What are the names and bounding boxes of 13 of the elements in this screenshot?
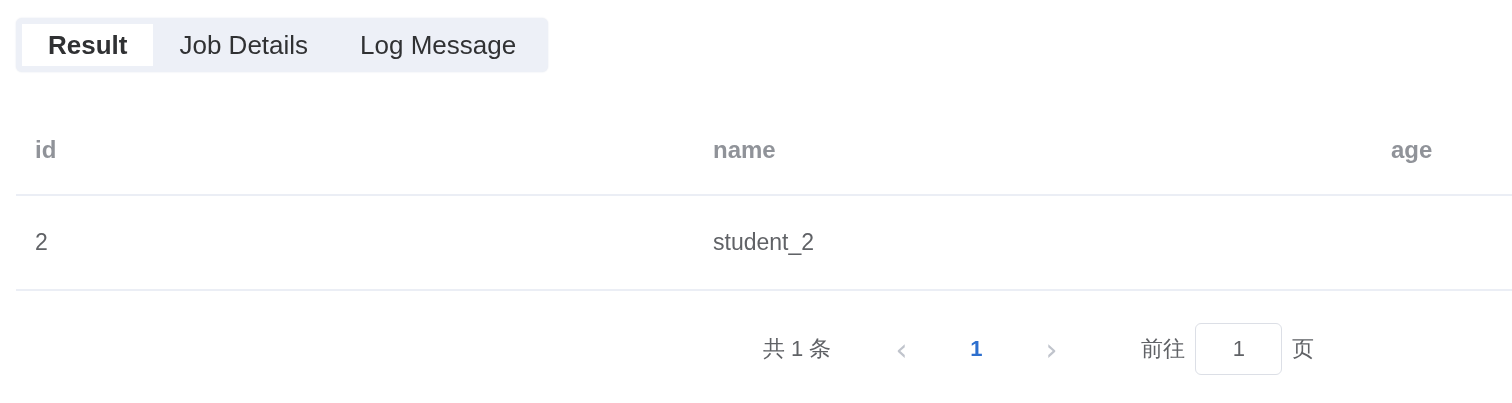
table-cell: 2 (35, 229, 48, 255)
column-header: name (713, 135, 776, 163)
page-unit-label: 页 (1292, 335, 1315, 363)
tab[interactable]: Job Details (153, 24, 335, 66)
page-button[interactable]: 1 (951, 335, 1002, 363)
page-input[interactable]: 1 (1195, 323, 1283, 375)
goto-label: 前往 (1141, 335, 1186, 363)
tab[interactable]: Result (22, 24, 154, 66)
tab[interactable]: Log Message (334, 24, 543, 66)
total-count: 共 1 条 (763, 335, 832, 363)
column-header: age (1391, 135, 1433, 163)
table-cell: student_2 (713, 229, 815, 255)
column-header: id (35, 135, 57, 163)
